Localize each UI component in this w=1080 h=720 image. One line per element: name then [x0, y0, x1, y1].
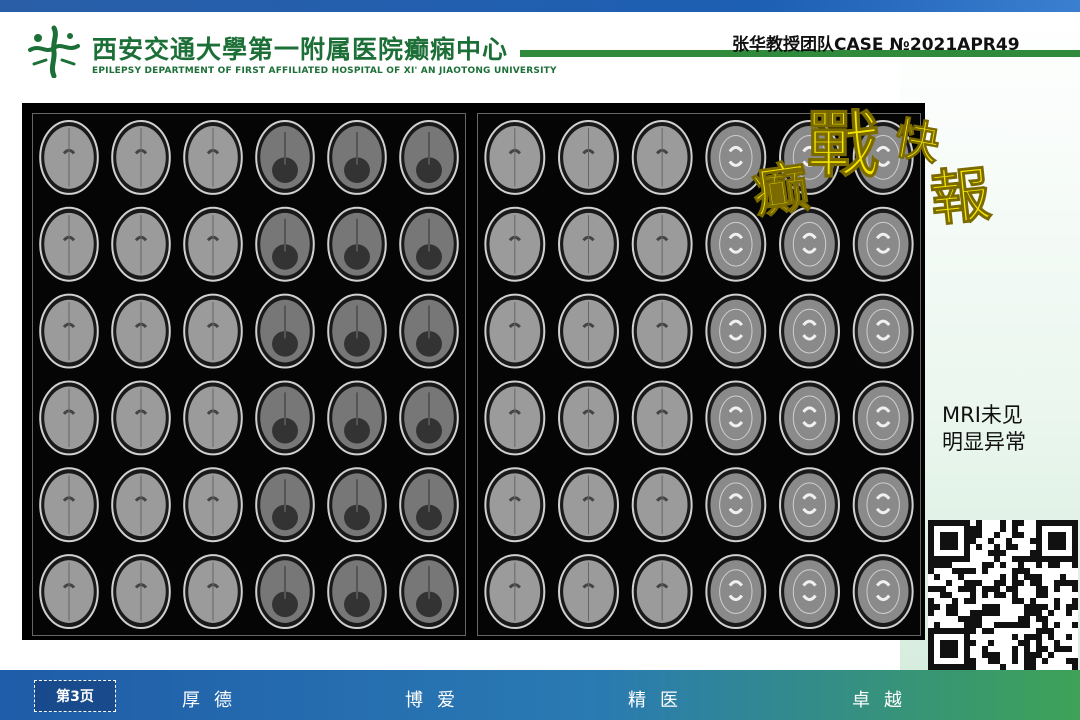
motto-item-4: 卓越: [852, 690, 916, 711]
mri-slice: [183, 206, 243, 282]
mri-slice: [484, 554, 546, 630]
qr-finder: [1036, 520, 1078, 562]
mri-slice: [484, 293, 546, 369]
mri-slice: [852, 293, 914, 369]
mri-slice: [327, 119, 387, 195]
mri-slice: [631, 206, 693, 282]
mri-slice: [484, 206, 546, 282]
mri-slice: [705, 554, 767, 630]
stamp-char-1: 癫: [748, 154, 813, 227]
mri-slice: [399, 119, 459, 195]
motto-item-2: 博爱: [405, 690, 469, 711]
mri-slice: [255, 467, 315, 543]
mri-slice: [111, 119, 171, 195]
mri-slice: [852, 467, 914, 543]
mri-slice: [631, 554, 693, 630]
mri-slice: [39, 467, 99, 543]
mri-slice: [484, 119, 546, 195]
mri-slice: [558, 380, 619, 456]
mri-slice: [631, 380, 693, 456]
footer-bar: [0, 670, 1080, 720]
mri-film-flair-coronal: [32, 113, 466, 636]
qr-finder: [928, 628, 970, 670]
mri-slice: [111, 554, 171, 630]
hospital-name-english: EPILEPSY DEPARTMENT OF FIRST AFFILIATED …: [92, 66, 557, 76]
mri-slice: [39, 380, 99, 456]
mri-slice: [558, 554, 619, 630]
stamp-char-4: 報: [927, 159, 994, 232]
mri-film-left-slices: [39, 119, 459, 630]
qr-code[interactable]: [928, 520, 1078, 670]
mri-slice: [255, 554, 315, 630]
mri-slice: [327, 293, 387, 369]
qr-finder: [928, 520, 970, 562]
mri-slice: [255, 380, 315, 456]
motto-item-1: 厚德: [182, 690, 246, 711]
mri-slice: [183, 467, 243, 543]
mri-slice: [779, 380, 840, 456]
mri-slice: [255, 206, 315, 282]
mri-slice: [327, 467, 387, 543]
mri-slice: [705, 380, 767, 456]
mri-slice: [852, 380, 914, 456]
page-number-badge: 第3页: [34, 680, 116, 712]
mri-slice: [183, 554, 243, 630]
mri-slice: [705, 293, 767, 369]
mri-slice: [111, 206, 171, 282]
mri-slice: [558, 206, 619, 282]
mri-slice: [852, 554, 914, 630]
mri-slice: [399, 293, 459, 369]
mri-slice: [327, 206, 387, 282]
hospital-name: 西安交通大學第一附属医院癫痫中心: [92, 35, 509, 64]
mri-note-line-1: MRI未见: [942, 403, 1023, 427]
mri-slice: [255, 293, 315, 369]
stamp-char-3: 快: [891, 113, 944, 171]
motto-item-3: 精医: [628, 690, 692, 711]
mri-slice: [399, 554, 459, 630]
mri-slice: [399, 467, 459, 543]
epilepsy-news-stamp: 癫 戰 快 報: [748, 102, 995, 233]
mri-slice: [631, 119, 693, 195]
mri-slice: [111, 467, 171, 543]
mri-slice: [558, 119, 619, 195]
mri-slice: [255, 119, 315, 195]
mri-slice: [39, 293, 99, 369]
mri-slice: [484, 467, 546, 543]
mri-slice: [558, 467, 619, 543]
mri-slice: [705, 467, 767, 543]
mri-slice: [183, 293, 243, 369]
mri-slice: [327, 380, 387, 456]
mri-slice: [39, 554, 99, 630]
mri-slice: [111, 380, 171, 456]
mri-slice: [558, 293, 619, 369]
mri-slice: [183, 380, 243, 456]
hospital-logo-icon: [28, 25, 80, 78]
mri-slice: [484, 380, 546, 456]
mri-finding-note: MRI未见 明显异常: [942, 402, 1026, 456]
mri-slice: [399, 206, 459, 282]
mri-slice: [39, 119, 99, 195]
mri-slice: [183, 119, 243, 195]
team-case-number: 张华教授团队CASE №2021APR49: [732, 35, 1020, 55]
mri-slice: [779, 554, 840, 630]
mri-slice: [111, 293, 171, 369]
mri-slice: [779, 293, 840, 369]
mri-slice: [779, 467, 840, 543]
mri-slice: [39, 206, 99, 282]
mri-slice: [327, 554, 387, 630]
top-blue-bar: [0, 0, 1080, 12]
mri-note-line-2: 明显异常: [942, 430, 1026, 454]
mri-slice: [399, 380, 459, 456]
stamp-char-2: 戰: [807, 102, 879, 187]
mri-slice: [631, 293, 693, 369]
mri-slice: [631, 467, 693, 543]
